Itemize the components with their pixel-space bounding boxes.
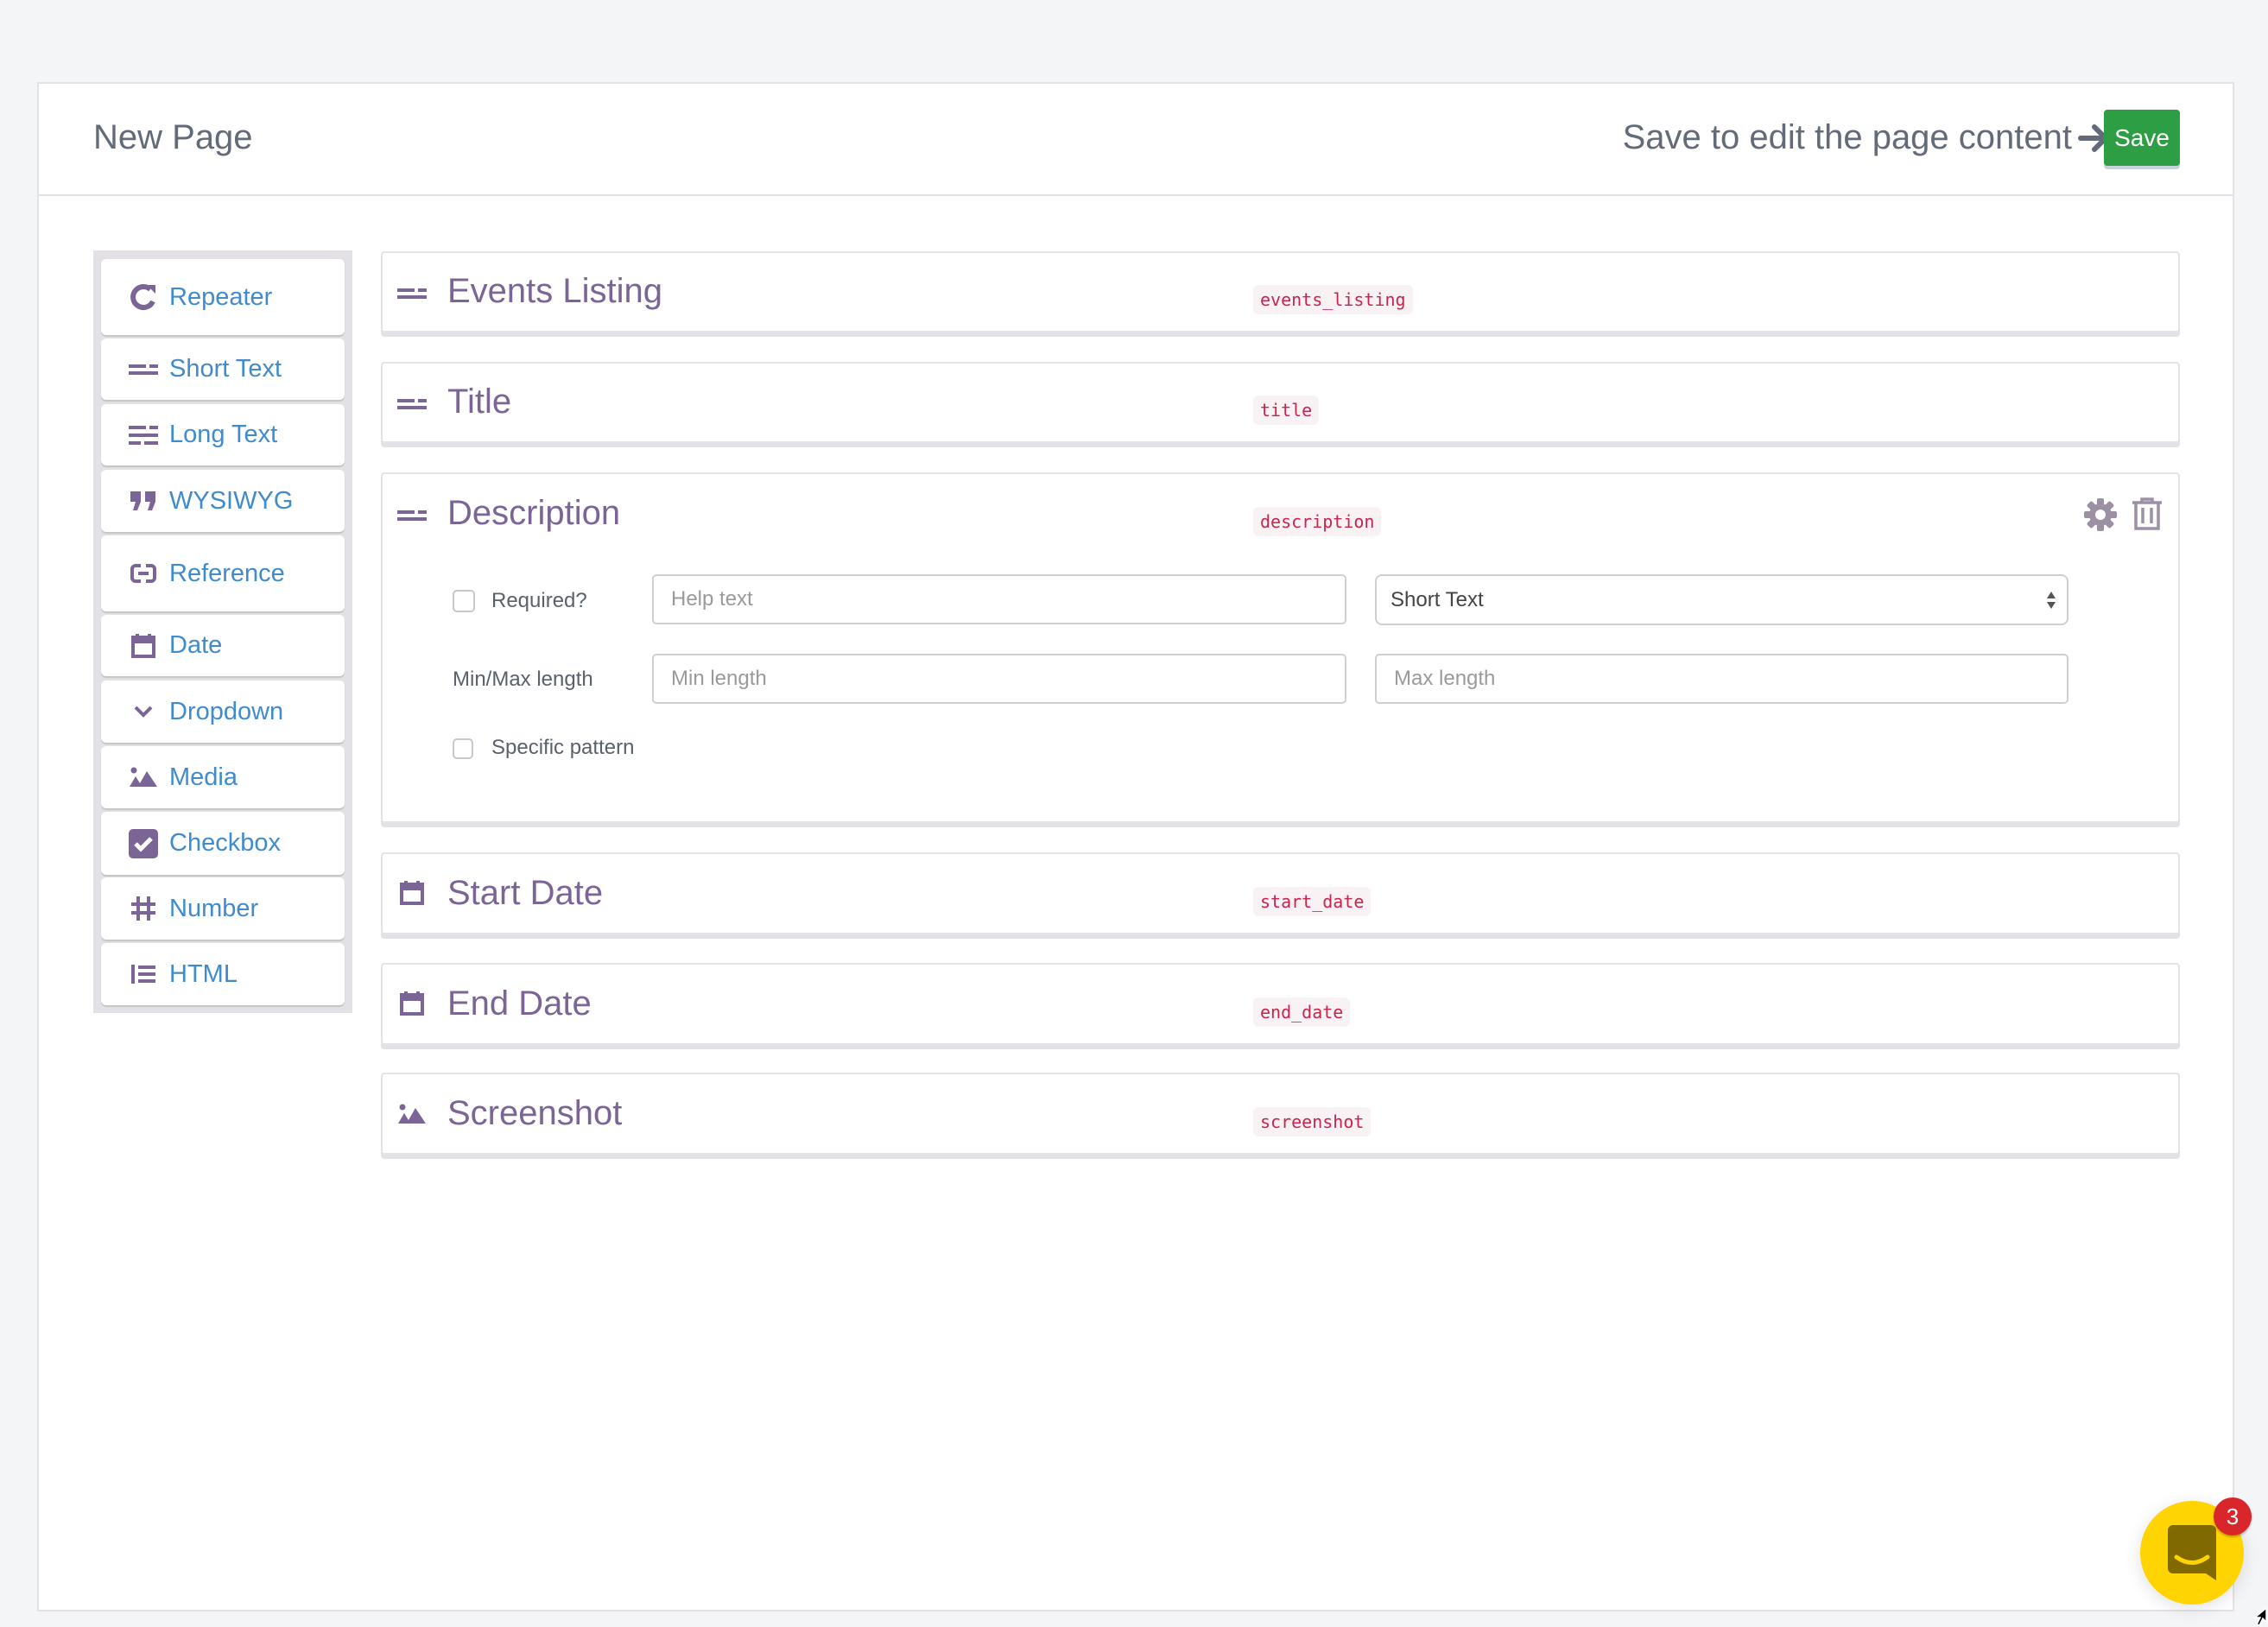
field-key-badge: description bbox=[1253, 507, 1382, 536]
field-title: Events Listing bbox=[447, 272, 663, 310]
specific-pattern-label: Specific pattern bbox=[491, 736, 635, 759]
save-hint-text: Save to edit the page content bbox=[1622, 118, 2072, 156]
short-text-icon bbox=[397, 279, 427, 308]
quote-icon bbox=[129, 486, 158, 516]
calendar-icon bbox=[397, 989, 427, 1018]
field-key-badge: events_listing bbox=[1253, 285, 1413, 314]
field-type-select[interactable]: Short Text bbox=[1375, 574, 2068, 625]
calendar-icon bbox=[397, 878, 427, 908]
palette-item-number[interactable]: Number bbox=[101, 877, 345, 940]
specific-pattern-checkbox[interactable] bbox=[453, 738, 473, 759]
palette-item-long-text[interactable]: Long Text bbox=[101, 404, 345, 465]
palette-item-reference[interactable]: Reference bbox=[101, 535, 345, 611]
minmax-label: Min/Max length bbox=[453, 668, 593, 691]
list-icon bbox=[129, 959, 158, 989]
unread-count-badge: 3 bbox=[2214, 1497, 2252, 1535]
field-type-selected: Short Text bbox=[1391, 587, 1484, 611]
image-icon bbox=[129, 763, 158, 792]
palette-item-label: Date bbox=[169, 631, 223, 659]
palette-item-checkbox[interactable]: Checkbox bbox=[101, 812, 345, 875]
field-card-events-listing[interactable]: Events Listing events_listing bbox=[381, 251, 2180, 332]
palette-item-label: Repeater bbox=[169, 282, 273, 311]
link-icon bbox=[129, 559, 158, 588]
palette-item-label: Reference bbox=[169, 559, 285, 587]
repeat-icon bbox=[129, 282, 158, 312]
field-card-title[interactable]: Title title bbox=[381, 362, 2180, 443]
palette-item-html[interactable]: HTML bbox=[101, 943, 345, 1005]
palette-item-label: Short Text bbox=[169, 355, 282, 383]
page-title: New Page bbox=[93, 118, 253, 156]
required-label: Required? bbox=[491, 589, 587, 612]
chevron-down-icon bbox=[129, 697, 158, 726]
short-text-icon bbox=[397, 389, 427, 419]
image-icon bbox=[397, 1099, 427, 1129]
field-title: End Date bbox=[447, 984, 592, 1022]
palette-item-media[interactable]: Media bbox=[101, 746, 345, 808]
palette-item-label: Checkbox bbox=[169, 829, 281, 857]
field-key-badge: start_date bbox=[1253, 887, 1372, 916]
max-length-input[interactable] bbox=[1375, 654, 2068, 704]
hash-icon bbox=[129, 894, 158, 923]
field-key-badge: screenshot bbox=[1253, 1107, 1372, 1136]
short-text-icon bbox=[129, 355, 158, 384]
save-button[interactable]: Save bbox=[2104, 110, 2180, 166]
required-checkbox[interactable] bbox=[453, 590, 475, 612]
palette-item-label: Dropdown bbox=[169, 697, 284, 725]
chat-smile-icon bbox=[2168, 1525, 2216, 1580]
field-card-start-date[interactable]: Start Date start_date bbox=[381, 852, 2180, 934]
trash-icon[interactable] bbox=[2130, 497, 2164, 531]
page-header: New Page Save to edit the page content S… bbox=[39, 84, 2233, 196]
field-title: Screenshot bbox=[447, 1094, 623, 1132]
field-type-palette: Repeater Short Text Long Text WYSIWYG Re… bbox=[93, 250, 352, 1013]
min-length-input[interactable] bbox=[652, 654, 1346, 704]
field-key-badge: end_date bbox=[1253, 997, 1351, 1027]
palette-item-label: Long Text bbox=[169, 421, 278, 448]
short-text-icon bbox=[397, 501, 427, 530]
palette-item-repeater[interactable]: Repeater bbox=[101, 259, 345, 335]
palette-item-label: Number bbox=[169, 894, 259, 922]
field-title: Description bbox=[447, 494, 621, 532]
field-title: Start Date bbox=[447, 874, 604, 912]
field-card-screenshot[interactable]: Screenshot screenshot bbox=[381, 1073, 2180, 1155]
palette-item-date[interactable]: Date bbox=[101, 615, 345, 676]
palette-item-label: Media bbox=[169, 763, 238, 791]
palette-item-short-text[interactable]: Short Text bbox=[101, 339, 345, 400]
calendar-icon bbox=[129, 631, 158, 661]
palette-item-wysiwyg[interactable]: WYSIWYG bbox=[101, 470, 345, 532]
long-text-icon bbox=[129, 421, 158, 450]
field-key-badge: title bbox=[1253, 396, 1320, 425]
field-title: Title bbox=[447, 383, 512, 421]
palette-item-dropdown[interactable]: Dropdown bbox=[101, 681, 345, 743]
mouse-cursor-icon bbox=[2252, 1607, 2267, 1626]
gear-icon[interactable] bbox=[2083, 497, 2118, 532]
palette-item-label: WYSIWYG bbox=[169, 486, 294, 515]
help-text-input[interactable] bbox=[652, 574, 1346, 624]
save-hint: Save to edit the page content bbox=[1623, 118, 2112, 157]
field-card-end-date[interactable]: End Date end_date bbox=[381, 963, 2180, 1045]
select-caret-icon bbox=[2047, 592, 2056, 609]
checkbox-icon bbox=[129, 828, 158, 858]
palette-item-label: HTML bbox=[169, 959, 238, 988]
field-card-description[interactable]: Description description Required? Short … bbox=[381, 472, 2180, 823]
